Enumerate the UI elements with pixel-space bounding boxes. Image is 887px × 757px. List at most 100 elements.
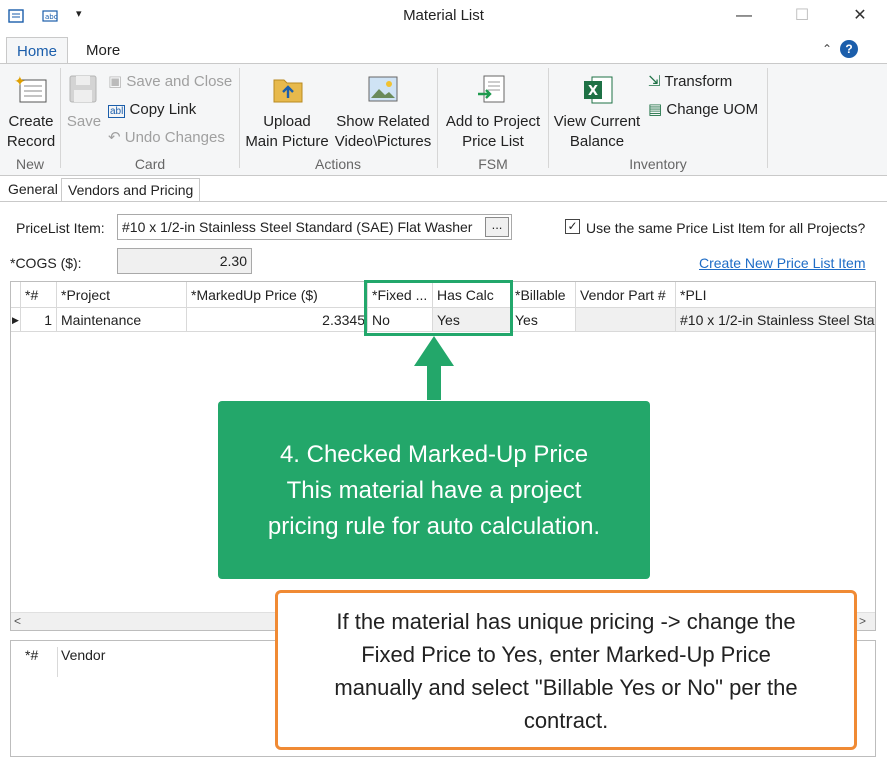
change-uom-label: Change UOM xyxy=(666,101,759,118)
create-record-button[interactable]: ✦ Create Record xyxy=(7,70,55,150)
show-related-label2: Video\Pictures xyxy=(334,133,432,150)
same-item-checkbox-label: Use the same Price List Item for all Pro… xyxy=(586,220,866,236)
column-header-billable[interactable]: *Billable xyxy=(511,282,576,308)
column-header-vendor-part[interactable]: Vendor Part # xyxy=(576,282,676,308)
maximize-icon[interactable]: ☐ xyxy=(792,6,812,26)
column-header-markedup-price[interactable]: *MarkedUp Price ($) xyxy=(187,282,368,308)
save-and-close-label: Save and Close xyxy=(126,73,233,90)
save-icon xyxy=(68,74,98,107)
upload-label1: Upload xyxy=(263,113,311,130)
link-icon: abl xyxy=(108,105,126,118)
help-icon[interactable]: ? xyxy=(840,40,858,58)
save-button[interactable]: Save xyxy=(66,70,102,140)
orange-callout: If the material has unique pricing -> ch… xyxy=(275,590,857,750)
create-price-list-item-link[interactable]: Create New Price List Item xyxy=(699,255,866,271)
group-label-inventory: Inventory xyxy=(629,156,687,172)
cell-markedup-price[interactable]: 2.3345 xyxy=(187,308,368,332)
scroll-right-icon[interactable]: > xyxy=(859,614,866,628)
upload-main-picture-button[interactable]: Upload Main Picture xyxy=(244,70,332,154)
copy-link-button[interactable]: abl Copy Link xyxy=(108,100,196,122)
group-label-new: New xyxy=(15,156,44,172)
orange-callout-line1: If the material has unique pricing -> ch… xyxy=(336,609,796,634)
picture-icon xyxy=(368,74,398,107)
cell-billable[interactable]: Yes xyxy=(511,308,576,332)
orange-callout-line4: contract. xyxy=(523,708,609,733)
green-callout-line1: 4. Checked Marked-Up Price xyxy=(279,441,589,468)
tab-general[interactable]: General xyxy=(2,178,64,202)
green-callout-line3: pricing rule for auto calculation. xyxy=(267,513,601,540)
column-header-num[interactable]: *# xyxy=(21,282,57,308)
undo-changes-label: Undo Changes xyxy=(124,129,225,146)
pricelist-browse-button[interactable]: ... xyxy=(485,217,509,237)
create-record-label1: Create xyxy=(8,113,54,130)
document-arrow-icon xyxy=(476,74,510,109)
cogs-label: *COGS ($): xyxy=(10,255,82,271)
create-record-icon: ✦ xyxy=(14,74,48,107)
transform-button[interactable]: ⇲ Transform xyxy=(648,72,732,92)
column-divider xyxy=(57,647,58,677)
group-label-fsm: FSM xyxy=(478,156,508,172)
ribbon-separator xyxy=(60,68,61,168)
pricelist-item-field[interactable]: #10 x 1/2-in Stainless Steel Standard (S… xyxy=(117,214,512,240)
pricelist-item-value: #10 x 1/2-in Stainless Steel Standard (S… xyxy=(122,219,473,235)
view-balance-label2: Balance xyxy=(569,133,625,150)
cogs-field[interactable]: 2.30 xyxy=(117,248,252,274)
same-item-checkbox[interactable]: ✓ xyxy=(565,219,580,234)
undo-changes-button[interactable]: ↶ Undo Changes xyxy=(108,128,225,148)
save-and-close-button[interactable]: ▣ Save and Close xyxy=(108,72,232,92)
show-related-label1: Show Related xyxy=(336,113,430,130)
cell-vendor-part[interactable] xyxy=(576,308,676,332)
vendor-column-num[interactable]: *# xyxy=(25,647,38,663)
arrow-up-icon xyxy=(412,336,456,405)
collapse-ribbon-icon[interactable]: ⌃ xyxy=(822,42,832,56)
row-header-corner xyxy=(11,282,21,308)
highlight-box xyxy=(364,280,513,336)
close-icon[interactable]: ✕ xyxy=(850,6,870,26)
group-label-card: Card xyxy=(134,156,166,172)
orange-callout-line3: manually and select "Billable Yes or No"… xyxy=(334,675,798,700)
ribbon-separator xyxy=(548,68,549,168)
tab-divider xyxy=(0,201,887,202)
cell-num[interactable]: 1 xyxy=(21,308,57,332)
cogs-value: 2.30 xyxy=(219,253,247,269)
vendor-column-vendor[interactable]: Vendor xyxy=(61,647,105,663)
column-header-pli[interactable]: *PLI xyxy=(676,282,875,308)
excel-icon: X xyxy=(582,74,614,109)
add-to-project-price-list-button[interactable]: Add to Project Price List xyxy=(442,70,544,154)
cell-project[interactable]: Maintenance xyxy=(57,308,187,332)
orange-callout-line2: Fixed Price to Yes, enter Marked-Up Pric… xyxy=(361,642,771,667)
transform-label: Transform xyxy=(664,73,733,90)
undo-icon: ↶ xyxy=(108,129,121,146)
svg-text:✦: ✦ xyxy=(14,74,26,90)
minimize-icon[interactable]: — xyxy=(734,6,754,26)
copy-link-label: Copy Link xyxy=(129,101,197,118)
view-balance-label1: View Current xyxy=(553,113,641,130)
tab-more[interactable]: More xyxy=(76,37,130,64)
group-label-actions: Actions xyxy=(315,156,361,172)
upload-label2: Main Picture xyxy=(245,133,329,150)
cell-pli[interactable]: #10 x 1/2-in Stainless Steel Standard xyxy=(676,308,875,332)
tab-home[interactable]: Home xyxy=(6,37,68,64)
transform-icon: ⇲ xyxy=(648,73,661,90)
ribbon-separator xyxy=(437,68,438,168)
view-current-balance-button[interactable]: X View Current Balance xyxy=(552,70,642,154)
column-header-project[interactable]: *Project xyxy=(57,282,187,308)
change-uom-icon: ▤ xyxy=(648,101,663,118)
row-indicator-icon: ▶ xyxy=(11,308,21,332)
ribbon-separator xyxy=(239,68,240,168)
title-bar: abc ▾ Material List — ☐ ✕ xyxy=(0,0,887,32)
create-record-label2: Record xyxy=(6,133,56,150)
tab-vendors-and-pricing[interactable]: Vendors and Pricing xyxy=(61,178,201,202)
save-label: Save xyxy=(66,113,102,130)
ribbon-separator xyxy=(767,68,768,168)
show-related-media-button[interactable]: Show Related Video\Pictures xyxy=(334,70,432,154)
change-uom-button[interactable]: ▤ Change UOM xyxy=(648,100,758,120)
save-and-close-icon: ▣ xyxy=(108,73,123,90)
add-to-project-label1: Add to Project xyxy=(445,113,541,130)
folder-upload-icon xyxy=(272,74,304,107)
green-callout-line2: This material have a project xyxy=(286,477,582,504)
pricelist-label: PriceList Item: xyxy=(16,220,105,236)
scroll-left-icon[interactable]: < xyxy=(14,614,21,628)
add-to-project-label2: Price List xyxy=(462,133,524,150)
ribbon: ✦ Create Record New Save ▣ Save and Clos… xyxy=(0,63,887,176)
